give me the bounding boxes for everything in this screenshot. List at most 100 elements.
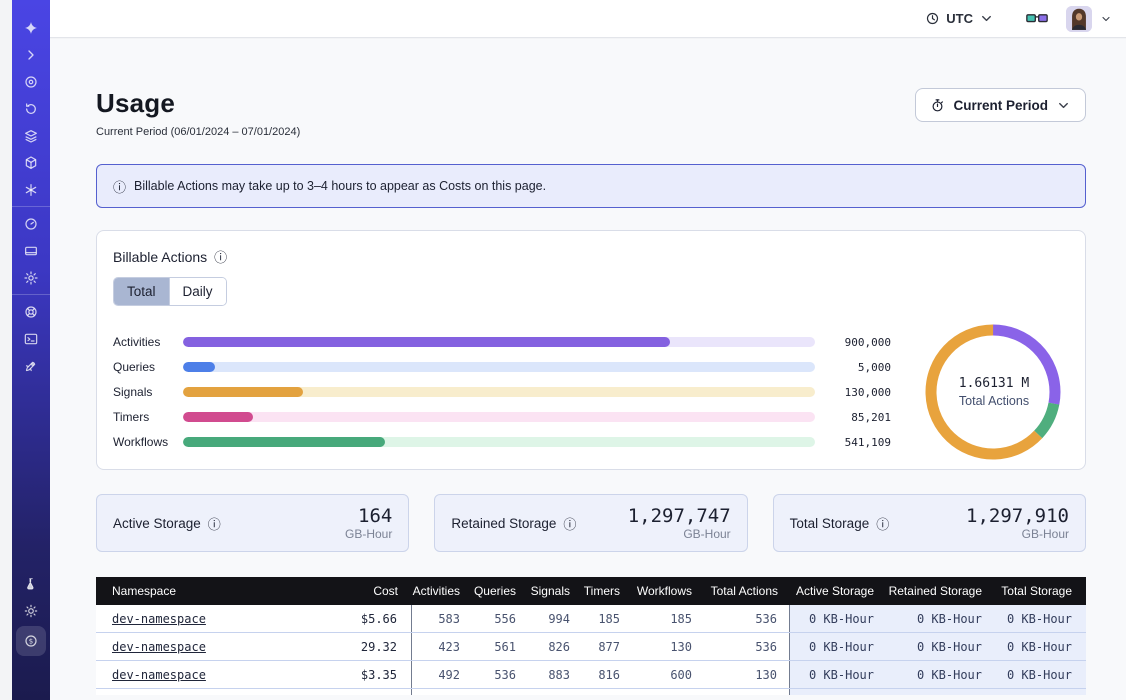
theme-sun-icon[interactable] (12, 597, 50, 624)
rocket-icon[interactable] (12, 352, 50, 379)
total-storage-card: Total Storage ⓘ 1,297,910 GB-Hour (773, 494, 1086, 552)
bar-fill (183, 437, 385, 447)
bar-track (183, 412, 815, 422)
labs-flask-icon[interactable] (12, 570, 50, 597)
active-storage-card: Active Storage ⓘ 164 GB-Hour (96, 494, 409, 552)
table-row: dev-namespace29.324235618268771305360 KB… (96, 633, 1086, 661)
donut-total-value: 1.66131 M (959, 376, 1029, 391)
billing-card-icon[interactable] (12, 237, 50, 264)
cell-cost (312, 689, 412, 695)
info-icon[interactable]: ⓘ (214, 247, 227, 266)
cell-namespace: dev-namespace (96, 661, 312, 688)
storage-value: 1,297,910 (966, 506, 1069, 526)
settings-gear-icon[interactable] (12, 264, 50, 291)
bar-row: Timers 85,201 (113, 405, 891, 430)
banner-text: Billable Actions may take up to 3–4 hour… (134, 179, 546, 193)
namespace-link[interactable]: dev-namespace (112, 668, 206, 682)
namespace-link[interactable]: dev-namespace (112, 640, 206, 654)
cell-workflows (632, 689, 704, 695)
cell-queries: 561 (472, 633, 528, 660)
usage-table-header: NamespaceCostActivitiesQueriesSignalsTim… (96, 577, 1086, 605)
bar-label: Timers (113, 410, 183, 424)
cell-retained_storage (888, 689, 996, 695)
tab-daily[interactable]: Daily (169, 278, 226, 305)
cell-cost: $3.35 (312, 661, 412, 688)
column-header: Retained Storage (888, 584, 996, 598)
bar-value: 85,201 (829, 411, 891, 424)
cell-active_storage: 0 KB-Hour (790, 661, 888, 688)
info-icon[interactable]: ⓘ (563, 514, 576, 533)
glasses-icon[interactable] (1026, 11, 1048, 27)
bar-value: 130,000 (829, 386, 891, 399)
bar-fill (183, 362, 215, 372)
cell-total_actions: 536 (704, 633, 790, 660)
bar-fill (183, 412, 253, 422)
cell-total_storage: 0 KB-Hour (996, 661, 1086, 688)
cell-total_actions: 130 (704, 661, 790, 688)
info-icon[interactable]: ⓘ (208, 514, 221, 533)
namespace-link[interactable]: dev-namespace (112, 612, 206, 626)
storage-label-text: Total Storage (790, 516, 870, 531)
cell-total_actions (704, 689, 790, 695)
tab-total[interactable]: Total (114, 278, 169, 305)
cell-workflows: 600 (632, 661, 704, 688)
billable-actions-label: Billable Actions (113, 249, 207, 265)
bar-fill (183, 387, 303, 397)
terminal-icon[interactable] (12, 325, 50, 352)
column-header: Total Storage (996, 584, 1086, 598)
page-title: Usage (96, 88, 300, 119)
billable-actions-title: Billable Actions ⓘ (113, 247, 1069, 266)
cell-workflows: 185 (632, 605, 704, 632)
pricing-dollar-icon[interactable]: $ (16, 626, 46, 656)
info-icon[interactable]: ⓘ (876, 514, 889, 533)
cell-total_actions: 536 (704, 605, 790, 632)
timezone-label: UTC (946, 11, 973, 26)
svg-text:$: $ (29, 638, 33, 646)
bar-row: Queries5,000 (113, 355, 891, 380)
layers-icon[interactable] (12, 122, 50, 149)
cell-namespace (96, 689, 312, 695)
storage-card-label: Total Storage ⓘ (790, 514, 890, 533)
cell-retained_storage: 0 KB-Hour (888, 661, 996, 688)
cell-activities: 423 (412, 633, 472, 660)
page-header: Usage Current Period (06/01/2024 – 07/01… (96, 88, 1086, 138)
storage-label-text: Active Storage (113, 516, 201, 531)
donut-total-label: Total Actions (959, 394, 1029, 408)
history-icon[interactable] (12, 95, 50, 122)
collapse-chevron-icon[interactable] (12, 41, 50, 68)
cell-namespace: dev-namespace (96, 605, 312, 632)
cell-activities: 492 (412, 661, 472, 688)
storage-value: 1,297,747 (628, 506, 731, 526)
cell-queries (472, 689, 528, 695)
bar-track (183, 362, 815, 372)
storage-unit: GB-Hour (966, 527, 1069, 541)
avatar[interactable] (1066, 6, 1092, 32)
chevron-down-icon (979, 11, 994, 26)
batch-asterisk-icon[interactable] (12, 176, 50, 203)
timezone-selector[interactable]: UTC (925, 11, 994, 26)
storage-value: 164 (345, 506, 392, 526)
cell-signals (528, 689, 582, 695)
bar-value: 5,000 (829, 361, 891, 374)
cell-timers (582, 689, 632, 695)
cell-signals: 994 (528, 605, 582, 632)
table-row-partial (96, 689, 1086, 695)
column-header: Timers (582, 584, 632, 598)
info-icon: ⓘ (113, 177, 126, 196)
cell-queries: 536 (472, 661, 528, 688)
storage-unit: GB-Hour (345, 527, 392, 541)
cell-namespace: dev-namespace (96, 633, 312, 660)
bar-value: 541,109 (829, 436, 891, 449)
cell-cost: $5.66 (312, 605, 412, 632)
column-header: Signals (528, 584, 582, 598)
usage-gauge-icon[interactable] (12, 210, 50, 237)
cell-total_storage: 0 KB-Hour (996, 633, 1086, 660)
column-header: Namespace (96, 584, 312, 598)
column-header: Total Actions (704, 584, 790, 598)
namespaces-icon[interactable] (12, 68, 50, 95)
support-lifebuoy-icon[interactable] (12, 298, 50, 325)
period-selector-button[interactable]: Current Period (915, 88, 1086, 122)
chevron-down-icon[interactable] (1100, 13, 1112, 25)
cube-icon[interactable] (12, 149, 50, 176)
temporal-logo-icon[interactable] (12, 14, 50, 41)
